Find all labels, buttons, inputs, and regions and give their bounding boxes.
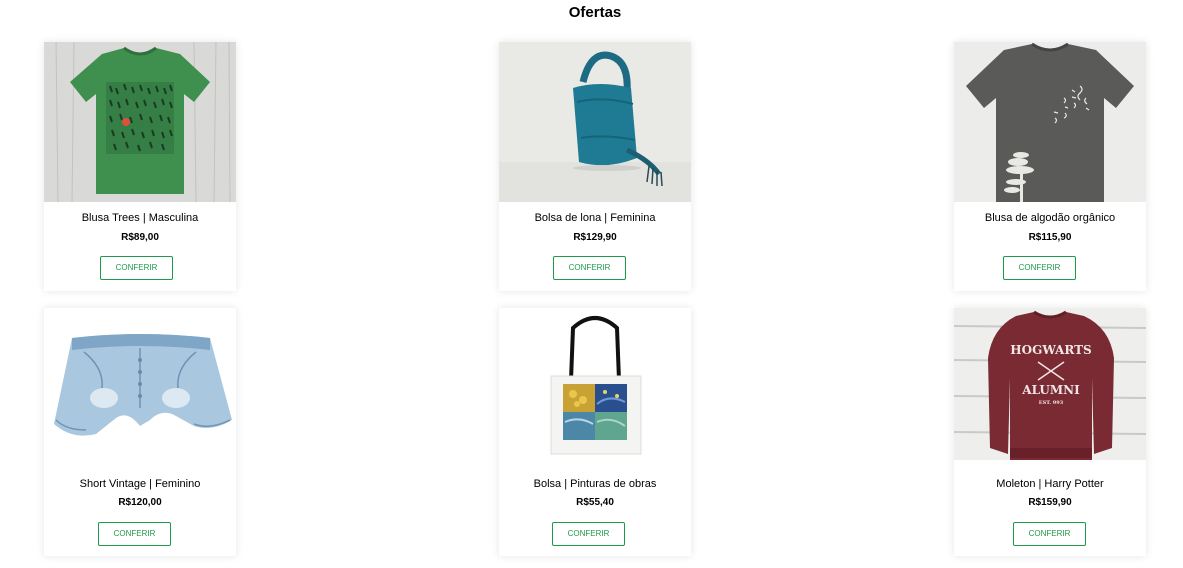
product-price: R$129,90 bbox=[573, 232, 617, 243]
product-image[interactable] bbox=[499, 42, 691, 202]
conferir-button[interactable]: CONFERIR bbox=[552, 522, 625, 546]
svg-text:HOGWARTS: HOGWARTS bbox=[1010, 343, 1091, 357]
product-price: R$115,90 bbox=[1028, 232, 1072, 243]
product-name[interactable]: Blusa Trees | Masculina bbox=[44, 212, 236, 224]
product-name[interactable]: Bolsa de lona | Feminina bbox=[499, 212, 691, 224]
product-name[interactable]: Blusa de algodão orgânico bbox=[954, 212, 1146, 224]
product-price: R$159,90 bbox=[1028, 497, 1072, 508]
product-name[interactable]: Bolsa | Pinturas de obras bbox=[499, 478, 691, 490]
product-card: Short Vintage | Feminino R$120,00 CONFER… bbox=[44, 308, 236, 556]
product-card: Bolsa de lona | Feminina R$129,90 CONFER… bbox=[499, 42, 691, 291]
product-name[interactable]: Moleton | Harry Potter bbox=[954, 478, 1146, 490]
conferir-button[interactable]: CONFERIR bbox=[1013, 522, 1086, 546]
product-image[interactable] bbox=[499, 308, 691, 460]
product-image[interactable] bbox=[954, 42, 1146, 202]
product-image[interactable] bbox=[44, 42, 236, 202]
svg-text:ALUMNI: ALUMNI bbox=[1021, 383, 1080, 397]
product-price: R$120,00 bbox=[118, 497, 162, 508]
conferir-button[interactable]: CONFERIR bbox=[553, 256, 626, 280]
product-card: Bolsa | Pinturas de obras R$55,40 CONFER… bbox=[499, 308, 691, 556]
conferir-button[interactable]: CONFERIR bbox=[100, 256, 173, 280]
product-card: Blusa de algodão orgânico R$115,90 CONFE… bbox=[954, 42, 1146, 291]
page-title: Ofertas bbox=[568, 4, 622, 21]
product-price: R$55,40 bbox=[576, 497, 614, 508]
conferir-button[interactable]: CONFERIR bbox=[98, 522, 171, 546]
product-image[interactable]: HOGWARTS ALUMNI EST. 993 bbox=[954, 308, 1146, 460]
svg-text:EST. 993: EST. 993 bbox=[1039, 400, 1064, 406]
product-card: Blusa Trees | Masculina R$89,00 CONFERIR bbox=[44, 42, 236, 291]
product-image[interactable] bbox=[44, 308, 236, 460]
product-name[interactable]: Short Vintage | Feminino bbox=[44, 478, 236, 490]
conferir-button[interactable]: CONFERIR bbox=[1003, 256, 1076, 280]
product-price: R$89,00 bbox=[121, 232, 159, 243]
product-card: HOGWARTS ALUMNI EST. 993 Moleton | Harry… bbox=[954, 308, 1146, 556]
